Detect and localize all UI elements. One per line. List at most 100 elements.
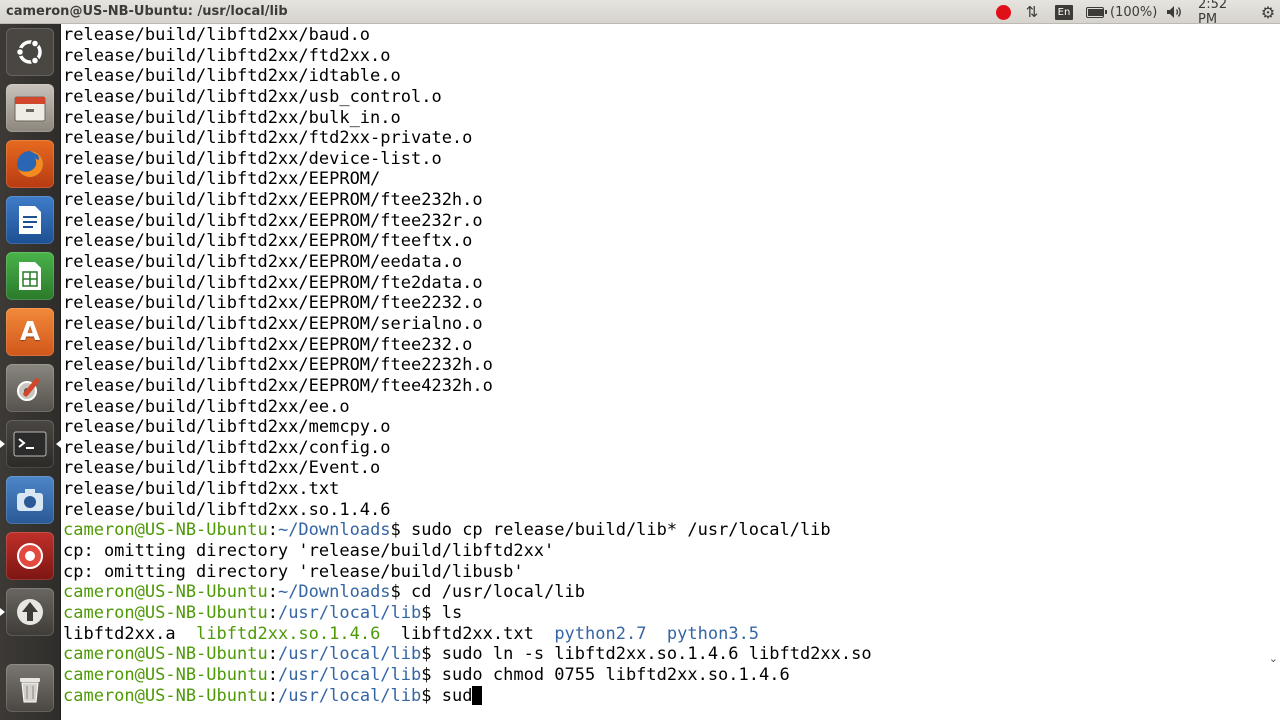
prompt-user-host: cameron@US-NB-Ubuntu xyxy=(63,685,268,706)
terminal-text: release/build/libftd2xx/ee.o xyxy=(63,396,350,417)
terminal-text: : xyxy=(267,602,278,623)
trash-icon xyxy=(20,678,40,703)
terminal-text: release/build/libftd2xx/ftd2xx.o xyxy=(63,45,391,66)
terminal-text: release/build/libftd2xx/EEPROM/fteeftx.o xyxy=(63,231,473,252)
camera-icon xyxy=(17,489,43,511)
terminal-text: release/build/libftd2xx/EEPROM/ftee232h.… xyxy=(63,190,483,211)
launcher-firefox[interactable] xyxy=(6,140,54,188)
clock[interactable]: 2:52 PM xyxy=(1198,0,1250,27)
terminal-line: cameron@US-NB-Ubuntu:/usr/local/lib$ sud… xyxy=(63,644,1280,665)
terminal-line: release/build/libftd2xx/EEPROM/ftee232h.… xyxy=(63,190,1280,211)
launcher-terminal[interactable] xyxy=(0,420,61,468)
terminal-text: $ sudo ln -s libftd2xx.so.1.4.6 libftd2x… xyxy=(421,644,872,665)
terminal-text: : xyxy=(267,644,278,665)
terminal-text: : xyxy=(267,582,278,603)
top-panel: cameron@US-NB-Ubuntu: /usr/local/lib ⇅ E… xyxy=(0,0,1280,27)
terminal-text: release/build/libftd2xx/EEPROM/ftee2232.… xyxy=(63,293,483,314)
terminal-line: release/build/libftd2xx/EEPROM/serialno.… xyxy=(63,314,1280,335)
terminal-text: release/build/libftd2xx/EEPROM/ftee232r.… xyxy=(63,210,483,231)
terminal-line: release/build/libftd2xx/EEPROM/ftee232.o xyxy=(63,335,1280,356)
prompt-path: ~/Downloads xyxy=(277,520,391,541)
terminal-line: release/build/libftd2xx.so.1.4.6 xyxy=(63,500,1280,521)
launcher-updater[interactable] xyxy=(0,588,54,636)
keyboard-layout-label: En xyxy=(1055,4,1073,20)
terminal-text: release/build/libftd2xx/Event.o xyxy=(63,458,381,479)
terminal-text: release/build/libftd2xx/ftd2xx-private.o xyxy=(63,128,473,149)
terminal-text: release/build/libftd2xx/EEPROM/ftee232.o xyxy=(63,334,473,355)
terminal-line: release/build/libftd2xx/bulk_in.o xyxy=(63,108,1280,129)
terminal-text: libftd2xx.so.1.4.6 xyxy=(196,623,381,644)
prompt-user-host: cameron@US-NB-Ubuntu xyxy=(63,602,268,623)
network-updown-icon[interactable]: ⇅ xyxy=(1022,2,1042,22)
terminal-text: release/build/libftd2xx/baud.o xyxy=(63,25,371,45)
terminal-text: $ cd /usr/local/lib xyxy=(390,582,586,603)
record-dot-icon xyxy=(995,4,1011,20)
terminal-line: release/build/libftd2xx/EEPROM/eedata.o xyxy=(63,252,1280,273)
terminal-text: $ ls xyxy=(421,602,463,623)
terminal-line: release/build/libftd2xx/Event.o xyxy=(63,458,1280,479)
launcher-software-center[interactable]: A xyxy=(6,308,54,356)
terminal-line: cameron@US-NB-Ubuntu:/usr/local/lib$ sud… xyxy=(63,665,1280,686)
terminal-text: release/build/libftd2xx/EEPROM/ xyxy=(63,169,381,190)
keyboard-layout-indicator[interactable]: En xyxy=(1054,2,1074,22)
launcher-recorder[interactable] xyxy=(6,532,54,580)
terminal-line: release/build/libftd2xx/EEPROM/ftee2232h… xyxy=(63,355,1280,376)
launcher: A xyxy=(0,24,61,720)
battery-indicator[interactable]: (100%) xyxy=(1086,2,1158,22)
libreoffice-calc-icon xyxy=(19,262,41,290)
terminal-text: release/build/libftd2xx/EEPROM/serialno.… xyxy=(63,313,483,334)
terminal-text: release/build/libftd2xx/idtable.o xyxy=(63,66,401,87)
launcher-screenshot-tool[interactable] xyxy=(6,476,54,524)
terminal-text: python3.5 xyxy=(666,623,760,644)
gear-icon[interactable]: ⚙ xyxy=(1258,2,1278,22)
terminal-text: cp: omitting directory 'release/build/li… xyxy=(63,561,524,582)
terminal-text: release/build/libftd2xx/EEPROM/eedata.o xyxy=(63,252,463,273)
terminal-text: libftd2xx.txt xyxy=(380,623,555,644)
prompt-path: /usr/local/lib xyxy=(277,685,422,706)
terminal-line: release/build/libftd2xx/ee.o xyxy=(63,397,1280,418)
ubuntu-logo-icon xyxy=(15,39,42,65)
prompt-user-host: cameron@US-NB-Ubuntu xyxy=(63,582,268,603)
launcher-writer[interactable] xyxy=(6,196,54,244)
launcher-calc[interactable] xyxy=(6,252,54,300)
libreoffice-writer-icon xyxy=(19,206,41,234)
file-cabinet-icon xyxy=(14,96,46,122)
prompt-path: ~/Downloads xyxy=(277,582,391,603)
prompt-user-host: cameron@US-NB-Ubuntu xyxy=(63,644,268,665)
terminal-text: release/build/libftd2xx/bulk_in.o xyxy=(63,107,401,128)
text-cursor xyxy=(472,685,483,705)
terminal-line: release/build/libftd2xx.txt xyxy=(63,479,1280,500)
terminal-line: release/build/libftd2xx/baud.o xyxy=(63,25,1280,46)
terminal-line: release/build/libftd2xx/usb_control.o xyxy=(63,87,1280,108)
launcher-trash[interactable] xyxy=(6,664,54,712)
terminal-line: cp: omitting directory 'release/build/li… xyxy=(63,541,1280,562)
terminal-window[interactable]: release/build/libftd2xx/baud.o release/bu… xyxy=(61,24,1280,720)
terminal-line: cameron@US-NB-Ubuntu:~/Downloads$ cd /us… xyxy=(63,582,1280,603)
terminal-line: release/build/libftd2xx/device-list.o xyxy=(63,149,1280,170)
terminal-output[interactable]: release/build/libftd2xx/baud.o release/bu… xyxy=(63,25,1280,706)
scroll-indicator-icon[interactable]: ⌄ xyxy=(1269,652,1278,665)
terminal-text: $ sud xyxy=(421,685,473,706)
terminal-text: release/build/libftd2xx/EEPROM/ftee4232h… xyxy=(63,375,493,396)
terminal-line: cameron@US-NB-Ubuntu:/usr/local/lib$ sud xyxy=(63,685,1280,707)
terminal-icon xyxy=(13,431,47,457)
launcher-system-settings[interactable] xyxy=(6,364,54,412)
terminal-line: release/build/libftd2xx/config.o xyxy=(63,438,1280,459)
launcher-dash-home[interactable] xyxy=(6,28,54,76)
battery-icon xyxy=(1086,6,1107,18)
terminal-text: python2.7 xyxy=(554,623,647,644)
launcher-files[interactable] xyxy=(6,84,54,132)
terminal-line: release/build/libftd2xx/idtable.o xyxy=(63,66,1280,87)
prompt-path: /usr/local/lib xyxy=(277,664,422,685)
terminal-line: release/build/libftd2xx/EEPROM/ftee2232.… xyxy=(63,293,1280,314)
terminal-text: release/build/libftd2xx/device-list.o xyxy=(63,148,442,169)
prompt-user-host: cameron@US-NB-Ubuntu xyxy=(63,664,268,685)
recording-indicator-icon[interactable] xyxy=(994,2,1012,22)
speaker-icon[interactable] xyxy=(1164,2,1186,22)
terminal-line: release/build/libftd2xx/ftd2xx-private.o xyxy=(63,128,1280,149)
terminal-text: $ sudo cp release/build/lib* /usr/local/… xyxy=(390,520,831,541)
terminal-text: : xyxy=(267,685,278,706)
prompt-path: /usr/local/lib xyxy=(277,602,422,623)
